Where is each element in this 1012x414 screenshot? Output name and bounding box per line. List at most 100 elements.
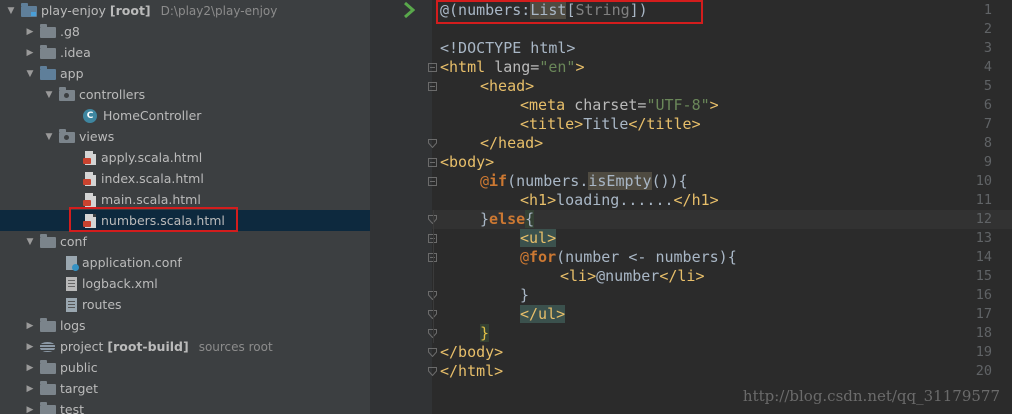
folder-icon (40, 318, 56, 332)
fold-end-icon[interactable] (428, 348, 437, 357)
tree-item-logback-xml[interactable]: logback.xml (0, 273, 370, 294)
code-line-15[interactable]: <li>@number</li> (560, 267, 705, 286)
line-number: 20 (975, 363, 992, 379)
tree-item-label: test (60, 402, 85, 414)
class-icon: C (83, 108, 97, 123)
scala-html-file-icon (83, 171, 96, 186)
code-line-6[interactable]: <meta charset="UTF-8"> (520, 96, 719, 115)
line-number: 13 (975, 230, 992, 246)
fold-icon[interactable] (428, 158, 437, 167)
code-line-7[interactable]: <title>Title</title> (520, 115, 701, 134)
tree-item-numbers-scala-html[interactable]: numbers.scala.html (0, 210, 370, 231)
code-line-11[interactable]: <h1>loading......</h1> (520, 191, 719, 210)
tree-item-label: logs (60, 318, 86, 333)
code-editor[interactable]: 1 2 3 4 5 6 7 8 9 10 11 12 13 14 15 16 1… (370, 0, 1012, 414)
line-number: 2 (983, 21, 992, 37)
tree-item-label: controllers (79, 87, 146, 102)
tree-item-homecontroller[interactable]: C HomeController (0, 105, 370, 126)
chevron-right-icon[interactable]: ▶ (25, 342, 35, 352)
code-line-8[interactable]: </head> (480, 134, 543, 153)
chevron-right-icon[interactable]: ▶ (25, 384, 35, 394)
scala-html-file-icon (83, 150, 96, 165)
code-line-5[interactable]: <head> (480, 77, 534, 96)
folder-icon (40, 381, 56, 395)
code-line-19[interactable]: </body> (440, 343, 503, 362)
play-run-icon[interactable] (403, 1, 415, 19)
tree-item-views[interactable]: ▼ views (0, 126, 370, 147)
folder-icon (40, 24, 56, 38)
project-path: D:\play2\play-enjoy (160, 3, 278, 18)
code-line-1[interactable]: @(numbers:List[String]) (440, 1, 648, 20)
tree-item-logs[interactable]: ▶ logs (0, 315, 370, 336)
tree-item-label: .idea (60, 45, 91, 60)
tree-item-conf[interactable]: ▼ conf (0, 231, 370, 252)
folder-icon (40, 360, 56, 374)
line-number: 11 (975, 192, 992, 208)
line-number: 1 (983, 2, 992, 18)
code-line-13[interactable]: <ul> (520, 229, 557, 248)
chevron-right-icon[interactable]: ▶ (25, 48, 35, 58)
xml-file-icon (66, 276, 77, 291)
tree-item-application-conf[interactable]: application.conf (0, 252, 370, 273)
root-build-tag: [root-build] (107, 339, 189, 354)
fold-end-icon[interactable] (428, 139, 437, 148)
chevron-right-icon[interactable]: ▶ (25, 27, 35, 37)
code-line-14[interactable]: @for(number <- numbers){ (520, 248, 737, 267)
routes-file-icon (66, 297, 77, 312)
tree-item-app[interactable]: ▼ app (0, 63, 370, 84)
tree-item-label: routes (82, 297, 122, 312)
tree-item-public[interactable]: ▶ public (0, 357, 370, 378)
tree-item-apply-scala-html[interactable]: apply.scala.html (0, 147, 370, 168)
tree-item-label: play-enjoy (41, 3, 106, 18)
module-folder-icon (21, 3, 37, 17)
tree-item-label: HomeController (103, 108, 202, 123)
tree-item-routes[interactable]: routes (0, 294, 370, 315)
chevron-right-icon[interactable]: ▶ (25, 405, 35, 414)
chevron-down-icon[interactable]: ▼ (25, 69, 35, 79)
source-folder-icon (40, 66, 56, 80)
line-number: 7 (983, 116, 992, 132)
code-line-9[interactable]: <body> (440, 153, 494, 172)
code-line-12[interactable]: }else{ (480, 210, 535, 229)
fold-end-icon[interactable] (428, 367, 437, 376)
fold-icon[interactable] (428, 63, 437, 72)
line-number: 14 (975, 249, 992, 265)
code-line-3[interactable]: <!DOCTYPE html> (440, 39, 575, 58)
tree-item-g8[interactable]: ▶ .g8 (0, 21, 370, 42)
chevron-down-icon[interactable]: ▼ (44, 90, 54, 100)
tree-item-label: index.scala.html (101, 171, 204, 186)
chevron-right-icon[interactable]: ▶ (25, 321, 35, 331)
code-line-20[interactable]: </html> (440, 362, 503, 381)
tree-item-project[interactable]: ▶ project [root-build] sources root (0, 336, 370, 357)
tree-item-target[interactable]: ▶ target (0, 378, 370, 399)
tree-item-play-enjoy[interactable]: ▼ play-enjoy [root] D:\play2\play-enjoy (0, 0, 370, 21)
root-tag: [root] (109, 3, 151, 18)
tree-item-main-scala-html[interactable]: main.scala.html (0, 189, 370, 210)
line-number: 3 (983, 40, 992, 56)
line-number: 10 (975, 173, 992, 189)
line-number: 5 (983, 78, 992, 94)
code-line-17[interactable]: </ul> (520, 305, 566, 324)
tree-item-index-scala-html[interactable]: index.scala.html (0, 168, 370, 189)
sources-root-label: sources root (198, 339, 273, 354)
line-number: 6 (983, 97, 992, 113)
code-line-10[interactable]: @if(numbers.isEmpty()){ (480, 172, 688, 191)
line-number: 17 (975, 306, 992, 322)
tree-item-label: app (60, 66, 84, 81)
tree-item-test[interactable]: ▶ test (0, 399, 370, 414)
tree-item-controllers[interactable]: ▼ controllers (0, 84, 370, 105)
chevron-down-icon[interactable]: ▼ (44, 132, 54, 142)
line-number-gutter (370, 0, 432, 414)
fold-icon[interactable] (428, 82, 437, 91)
chevron-down-icon[interactable]: ▼ (6, 6, 16, 16)
code-line-4[interactable]: <html lang="en"> (440, 58, 585, 77)
chevron-down-icon[interactable]: ▼ (25, 237, 35, 247)
code-line-16[interactable]: } (520, 286, 529, 305)
tree-item-idea[interactable]: ▶ .idea (0, 42, 370, 63)
scala-html-file-icon (83, 213, 96, 228)
code-line-18[interactable]: } (480, 324, 490, 343)
fold-icon[interactable] (428, 177, 437, 186)
line-number: 16 (975, 287, 992, 303)
chevron-right-icon[interactable]: ▶ (25, 363, 35, 373)
indent-guide (433, 210, 434, 343)
